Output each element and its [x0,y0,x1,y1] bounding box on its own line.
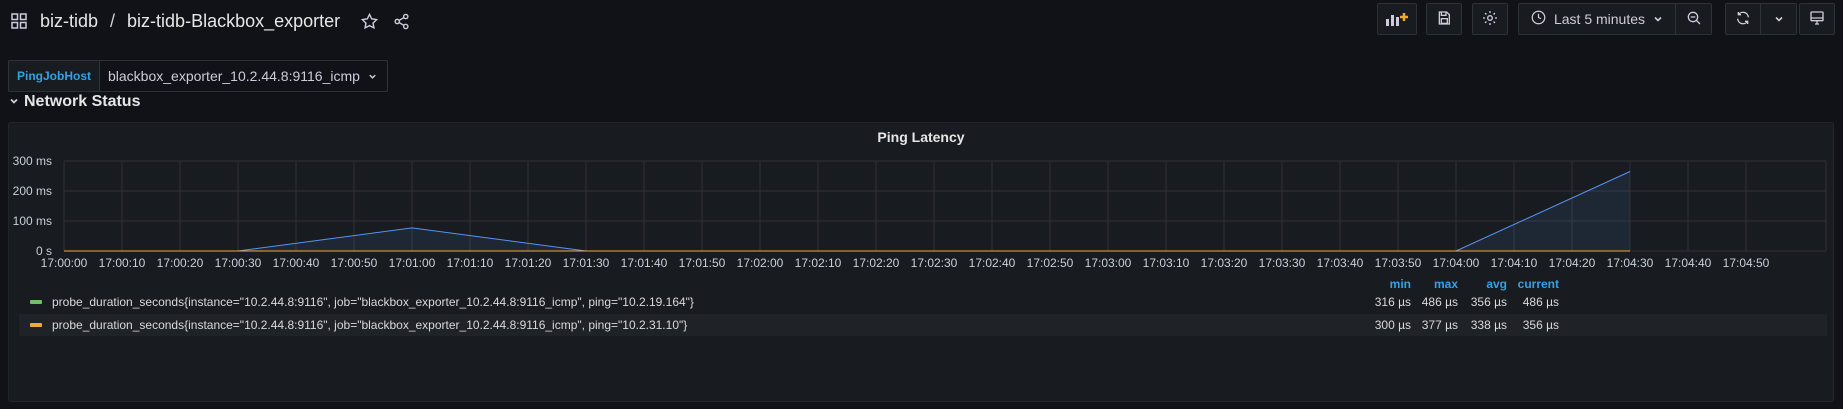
x-tick-label: 17:01:30 [563,256,610,270]
x-tick-label: 17:04:30 [1607,256,1654,270]
breadcrumb-folder[interactable]: biz-tidb [40,11,98,32]
x-tick-label: 17:03:30 [1259,256,1306,270]
series-line-0 [64,171,1631,252]
star-icon[interactable] [358,10,380,32]
chevron-down-icon [1774,11,1784,27]
x-tick-label: 17:04:50 [1723,256,1770,270]
legend-swatch[interactable] [30,300,42,304]
y-tick-label: 0 s [36,244,52,258]
dashboard-title[interactable]: biz-tidb-Blackbox_exporter [127,11,340,32]
legend-item[interactable]: probe_duration_seconds{instance="10.2.44… [19,291,1827,313]
clock-icon [1531,10,1546,28]
chevron-down-icon [9,93,19,111]
share-icon[interactable] [390,10,412,32]
x-tick-label: 17:03:00 [1085,256,1132,270]
add-panel-icon[interactable] [1377,3,1417,35]
x-tick-label: 17:04:20 [1549,256,1596,270]
chevron-down-icon [1653,11,1663,27]
legend-header-avg[interactable]: avg [1459,277,1507,291]
x-tick-label: 17:02:00 [737,256,784,270]
latency-chart: 17:00:00 17:00:10 17:00:20 17:00:30 17:00:40… [13,154,1827,270]
legend-series-name[interactable]: probe_duration_seconds{instance="10.2.44… [52,318,687,332]
legend-header-current[interactable]: current [1509,277,1559,291]
x-tick-label: 17:01:20 [505,256,552,270]
y-tick-label: 300 ms [13,154,52,168]
top-navbar: biz-tidb / biz-tidb-Blackbox_exporter La… [0,0,1843,42]
x-tick-label: 17:02:10 [795,256,842,270]
x-tick-label: 17:00:10 [99,256,146,270]
view-mode-button[interactable] [1799,3,1835,35]
x-tick-label: 17:02:50 [1027,256,1074,270]
ping-latency-panel: Ping Latency 17:00:00 17:00:10 17:00:20 17:… [8,122,1834,402]
legend-min: 316 µs [1374,295,1411,309]
legend-current: 356 µs [1522,318,1559,332]
legend-max: 377 µs [1421,318,1458,332]
row-title: Network Status [24,93,141,110]
breadcrumb: biz-tidb / biz-tidb-Blackbox_exporter [8,8,412,34]
x-tick-label: 17:03:50 [1375,256,1422,270]
x-tick-label: 17:00:20 [157,256,204,270]
refresh-icon [1735,10,1751,29]
x-tick-label: 17:01:50 [679,256,726,270]
x-tick-label: 17:01:40 [621,256,668,270]
variable-select[interactable]: blackbox_exporter_10.2.44.8:9116_icmp [99,60,388,92]
legend-header-max[interactable]: max [1412,277,1458,291]
variable-value: blackbox_exporter_10.2.44.8:9116_icmp [108,68,360,84]
x-tick-label: 17:03:40 [1317,256,1364,270]
time-range-picker[interactable]: Last 5 minutes [1518,3,1676,35]
legend-avg: 356 µs [1470,295,1507,309]
legend-avg: 338 µs [1470,318,1507,332]
x-tick-label: 17:00:00 [41,256,88,270]
y-tick-label: 200 ms [13,184,52,198]
x-tick-label: 17:04:40 [1665,256,1712,270]
gear-icon [1482,10,1498,29]
x-tick-label: 17:00:50 [331,256,378,270]
x-tick-label: 17:00:40 [273,256,320,270]
monitor-icon [1809,10,1825,29]
x-tick-label: 17:03:10 [1143,256,1190,270]
legend-current: 486 µs [1522,295,1559,309]
x-tick-label: 17:01:10 [447,256,494,270]
x-tick-label: 17:02:30 [911,256,958,270]
legend-series-name[interactable]: probe_duration_seconds{instance="10.2.44… [52,295,694,309]
save-dashboard-button[interactable] [1426,3,1462,35]
x-tick-label: 17:02:20 [853,256,900,270]
zoom-out-button[interactable] [1676,3,1712,35]
chevron-down-icon [368,68,377,84]
template-variable: PingJobHost blackbox_exporter_10.2.44.8:… [8,60,388,92]
series-area-0 [64,171,1630,251]
x-tick-label: 17:01:00 [389,256,436,270]
x-tick-label: 17:04:10 [1491,256,1538,270]
refresh-button[interactable] [1725,3,1761,35]
legend-min: 300 µs [1374,318,1411,332]
save-icon [1436,10,1452,29]
refresh-interval-dropdown[interactable] [1761,3,1797,35]
legend-item[interactable]: probe_duration_seconds{instance="10.2.44… [19,314,1827,336]
zoom-out-icon [1686,10,1702,29]
dashboard-settings-button[interactable] [1472,3,1508,35]
legend-max: 486 µs [1421,295,1458,309]
time-range-label: Last 5 minutes [1553,11,1646,27]
x-tick-label: 17:00:30 [215,256,262,270]
legend-header-min[interactable]: min [1369,277,1411,291]
legend-swatch[interactable] [30,323,42,327]
x-tick-label: 17:04:00 [1433,256,1480,270]
x-tick-label: 17:03:20 [1201,256,1248,270]
variable-label: PingJobHost [8,60,99,92]
add-panel-button[interactable] [1377,3,1417,35]
apps-grid-icon[interactable] [8,10,30,32]
y-tick-label: 100 ms [13,214,52,228]
row-header[interactable]: Network Status [9,92,140,112]
x-tick-label: 17:02:40 [969,256,1016,270]
breadcrumb-separator: / [110,10,116,31]
